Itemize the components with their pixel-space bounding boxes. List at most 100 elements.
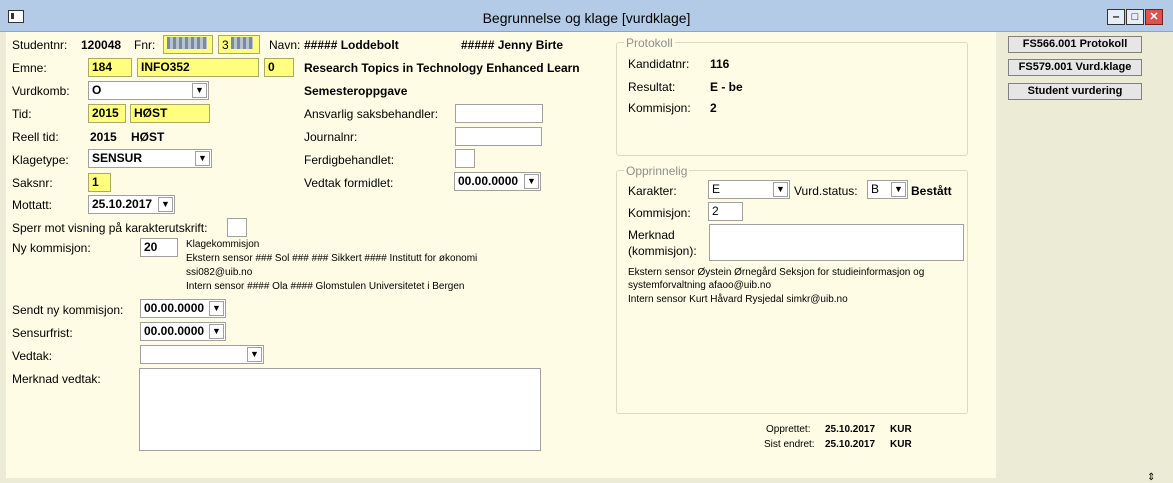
chevron-down-icon[interactable]: ▼ (209, 301, 224, 316)
minimize-icon[interactable]: ‒ (1107, 9, 1125, 25)
sensor-line: Intern sensor Kurt Håvard Rysjedal simkr… (628, 294, 848, 305)
resize-grip-icon[interactable]: ⇕ (1147, 472, 1155, 483)
sensor-line: Ekstern sensor Øystein Ørnegård Seksjon … (628, 267, 925, 278)
close-icon[interactable]: ✕ (1145, 9, 1163, 25)
navn-label: Navn: (269, 38, 301, 52)
karakter-select[interactable]: E ▼ (708, 180, 790, 199)
kommisjon-line: Intern sensor #### Ola #### Glomstulen U… (186, 281, 465, 292)
opprinnelig-kommisjon-field[interactable]: 2 (708, 202, 743, 221)
vedtak-formidlet-label: Vedtak formidlet: (304, 176, 394, 190)
merknad-vedtak-textarea[interactable] (139, 368, 541, 451)
vurdkomb-label: Vurdkomb: (12, 84, 70, 98)
vurdkomb-value: O (92, 83, 102, 97)
protokoll-kommisjon-label: Kommisjon: (628, 101, 691, 115)
navn-last: ##### Loddebolt (304, 38, 399, 52)
chevron-down-icon[interactable]: ▼ (891, 182, 906, 197)
emne-inst-field[interactable]: 184 (88, 58, 132, 77)
endret-date: 25.10.2017 (825, 439, 876, 450)
protokoll-title: Protokoll (624, 36, 675, 50)
reell-tid-year: 2015 (90, 130, 117, 144)
protokoll-kommisjon-value: 2 (710, 101, 717, 115)
vurdstatus-value: B (871, 182, 880, 196)
mottatt-value: 25.10.2017 (92, 197, 153, 211)
kandidatnr-label: Kandidatnr: (628, 57, 690, 71)
ny-kommisjon-label: Ny kommisjon: (12, 241, 91, 255)
vedtak-select[interactable]: ▼ (140, 345, 264, 364)
chevron-down-icon[interactable]: ▼ (524, 174, 539, 189)
mottatt-date-field[interactable]: 25.10.2017 ▼ (88, 195, 175, 214)
saksnr-field[interactable]: 1 (88, 173, 111, 192)
emne-version-field[interactable]: 0 (264, 58, 294, 77)
ferdigbehandlet-label: Ferdigbehandlet: (304, 153, 395, 167)
opprettet-date: 25.10.2017 (825, 424, 876, 435)
emne-code-field[interactable]: INFO352 (137, 58, 259, 77)
student-vurdering-button[interactable]: Student vurdering (1008, 83, 1142, 100)
resultat-value: E - be (710, 80, 743, 94)
endret-label: Sist endret: (764, 439, 815, 450)
sendt-date-field[interactable]: 00.00.0000 ▼ (140, 299, 226, 318)
chevron-down-icon[interactable]: ▼ (158, 197, 173, 212)
studentnr-label: Studentnr: (12, 38, 68, 52)
kommisjon-line: Ekstern sensor ### Sol ### ### Sikkert #… (186, 253, 478, 264)
vurdkomb-name: Semesteroppgave (304, 84, 408, 98)
vurdstatus-select[interactable]: B ▼ (867, 180, 908, 199)
ferdigbehandlet-checkbox[interactable] (455, 149, 475, 168)
merknad-label: Merknad (628, 228, 675, 242)
chevron-down-icon[interactable]: ▼ (209, 324, 224, 339)
chevron-down-icon[interactable]: ▼ (192, 83, 207, 98)
vurdklage-button[interactable]: FS579.001 Vurd.klage (1008, 59, 1142, 76)
opprinnelig-kommisjon-label: Kommisjon: (628, 206, 691, 220)
vedtak-formidlet-value: 00.00.0000 (458, 174, 519, 188)
kommisjon-line: ssi082@uib.no (186, 267, 253, 278)
sensurfrist-date-field[interactable]: 00.00.0000 ▼ (140, 322, 226, 341)
ny-kommisjon-field[interactable]: 20 (140, 238, 178, 257)
klagetype-label: Klagetype: (12, 153, 69, 167)
vedtak-formidlet-field[interactable]: 00.00.0000 ▼ (454, 172, 541, 191)
klagetype-select[interactable]: SENSUR ▼ (88, 149, 212, 168)
studentnr-value: 120048 (81, 38, 122, 52)
fnr-label: Fnr: (134, 38, 156, 52)
sperr-checkbox[interactable] (227, 218, 247, 237)
sendt-label: Sendt ny kommisjon: (12, 303, 124, 317)
tid-year-field[interactable]: 2015 (88, 104, 126, 123)
protokoll-button[interactable]: FS566.001 Protokoll (1008, 36, 1142, 53)
reell-tid-term: HØST (131, 130, 165, 144)
endret-user: KUR (890, 439, 912, 450)
fnr-personnr-field[interactable]: 3 (218, 35, 260, 54)
fnr-personnr-text: 3 (222, 38, 229, 52)
sendt-value: 00.00.0000 (144, 301, 205, 315)
opprettet-user: KUR (890, 424, 912, 435)
journalnr-field[interactable] (455, 127, 542, 146)
opprinnelig-title: Opprinnelig (624, 164, 690, 178)
navn-first: ##### Jenny Birte (461, 38, 564, 52)
opprettet-label: Opprettet: (766, 424, 811, 435)
tid-term-field[interactable]: HØST (130, 104, 210, 123)
window-title: Begrunnelse og klage [vurdklage] (482, 10, 691, 26)
karakter-label: Karakter: (628, 184, 677, 198)
emne-label: Emne: (12, 61, 47, 75)
resultat-label: Resultat: (628, 80, 676, 94)
chevron-down-icon[interactable]: ▼ (773, 182, 788, 197)
merknad-vedtak-label: Merknad vedtak: (12, 372, 101, 386)
fnr-date-field[interactable] (163, 35, 213, 54)
journalnr-label: Journalnr: (304, 130, 358, 144)
ansvarlig-field[interactable] (455, 104, 543, 123)
maximize-icon[interactable]: □ (1126, 9, 1144, 25)
merknad-label-sub: (kommisjon): (628, 244, 697, 258)
mottatt-label: Mottatt: (12, 198, 53, 212)
klagetype-value: SENSUR (92, 151, 143, 165)
chevron-down-icon[interactable]: ▼ (195, 151, 210, 166)
sensurfrist-label: Sensurfrist: (12, 326, 73, 340)
kandidatnr-value: 116 (710, 57, 730, 71)
saksnr-label: Saksnr: (12, 176, 53, 190)
kommisjon-line: Klagekommisjon (186, 239, 260, 250)
tid-label: Tid: (12, 107, 32, 121)
vedtak-label: Vedtak: (12, 349, 53, 363)
vurdstatus-text: Bestått (911, 184, 952, 198)
ansvarlig-label: Ansvarlig saksbehandler: (304, 107, 439, 121)
vurdstatus-label: Vurd.status: (794, 184, 858, 198)
chevron-down-icon[interactable]: ▼ (247, 347, 262, 362)
karakter-value: E (712, 182, 721, 196)
vurdkomb-select[interactable]: O ▼ (88, 81, 209, 100)
merknad-kommisjon-field[interactable] (709, 224, 964, 261)
